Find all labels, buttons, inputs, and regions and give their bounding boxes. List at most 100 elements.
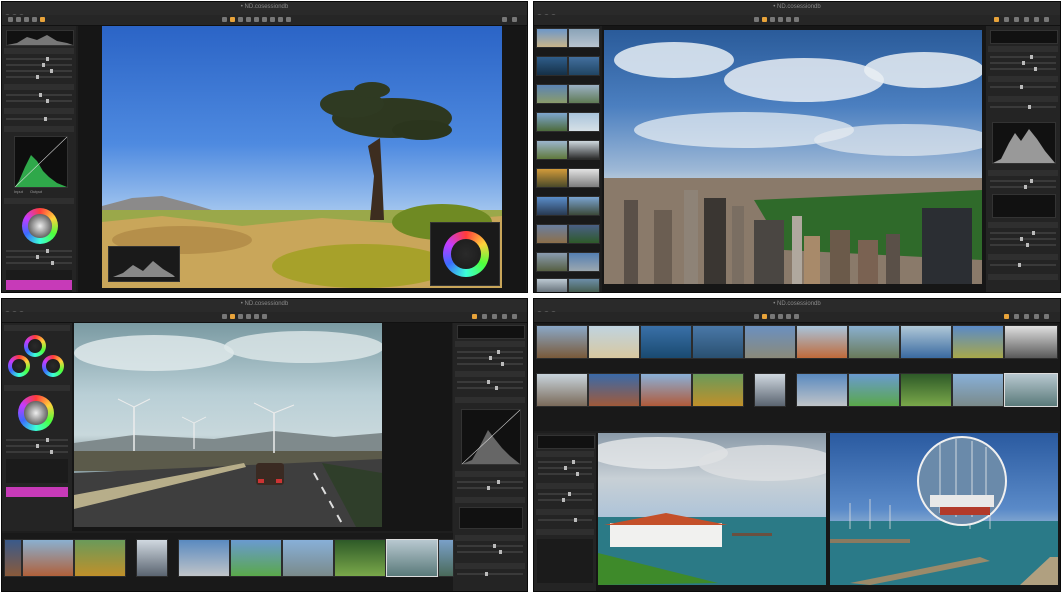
color-wheel-icon[interactable] xyxy=(8,355,30,377)
thumbnail[interactable] xyxy=(536,278,568,292)
color-wheel-icon[interactable] xyxy=(18,395,54,431)
slider[interactable] xyxy=(6,438,68,442)
tool-icon[interactable] xyxy=(1034,17,1039,22)
tool-icon[interactable] xyxy=(770,17,775,22)
slider[interactable] xyxy=(457,380,523,384)
section-header[interactable] xyxy=(4,325,70,331)
photo-wind-turbines[interactable] xyxy=(74,323,382,527)
thumbnail[interactable] xyxy=(796,373,848,407)
slider[interactable] xyxy=(6,261,72,265)
slider[interactable] xyxy=(990,61,1056,65)
slider[interactable] xyxy=(6,99,72,103)
thumbnail[interactable] xyxy=(952,373,1004,407)
slider[interactable] xyxy=(6,69,72,73)
slider[interactable] xyxy=(6,117,72,121)
thumbnail[interactable] xyxy=(568,112,600,132)
thumbnail[interactable] xyxy=(230,539,282,577)
settings-icon[interactable] xyxy=(502,17,507,22)
tool-icon[interactable] xyxy=(492,314,497,319)
tool-icon[interactable] xyxy=(1004,314,1009,319)
slider[interactable] xyxy=(6,450,68,454)
tool-icon[interactable] xyxy=(1014,17,1019,22)
thumbnail[interactable] xyxy=(568,28,600,48)
tool-icon[interactable] xyxy=(246,314,251,319)
section-header[interactable] xyxy=(536,451,594,457)
slider[interactable] xyxy=(538,518,592,522)
camera-icon[interactable] xyxy=(8,17,13,22)
thumbnail[interactable] xyxy=(568,224,600,244)
section-header[interactable] xyxy=(455,563,525,569)
tool-icon[interactable] xyxy=(786,314,791,319)
thumbnail[interactable] xyxy=(848,373,900,407)
thumbnail[interactable] xyxy=(438,539,454,577)
section-header[interactable] xyxy=(988,96,1058,102)
section-header[interactable] xyxy=(988,254,1058,260)
slider[interactable] xyxy=(6,63,72,67)
tool-icon[interactable] xyxy=(472,314,477,319)
tool-icon[interactable] xyxy=(286,17,291,22)
thumbnail[interactable] xyxy=(568,56,600,76)
photo-lone-tree[interactable] xyxy=(102,26,502,288)
slider[interactable] xyxy=(6,249,72,253)
tool-icon[interactable] xyxy=(246,17,251,22)
thumbnail[interactable] xyxy=(536,252,568,272)
section-header[interactable] xyxy=(455,397,525,403)
tool-icon[interactable] xyxy=(994,17,999,22)
thumbnail[interactable] xyxy=(536,168,568,188)
thumbnail[interactable] xyxy=(4,539,22,577)
section-header[interactable] xyxy=(988,274,1058,280)
slider[interactable] xyxy=(990,55,1056,59)
thumbnail[interactable] xyxy=(536,196,568,216)
thumbnail[interactable] xyxy=(588,373,640,407)
tool-icon[interactable] xyxy=(778,314,783,319)
tool-icon[interactable] xyxy=(754,314,759,319)
section-header[interactable] xyxy=(4,198,74,204)
slider[interactable] xyxy=(457,350,523,354)
thumbnail[interactable] xyxy=(536,112,568,132)
thumbnail[interactable] xyxy=(692,373,744,407)
section-header[interactable] xyxy=(988,76,1058,82)
section-header[interactable] xyxy=(536,509,594,515)
tool-icon[interactable] xyxy=(778,17,783,22)
slider[interactable] xyxy=(457,544,523,548)
thumbnail[interactable] xyxy=(136,539,168,577)
tool-icon[interactable] xyxy=(794,314,799,319)
slider[interactable] xyxy=(538,472,592,476)
photo-harbor-house[interactable] xyxy=(598,433,826,585)
tool-icon[interactable] xyxy=(262,314,267,319)
slider[interactable] xyxy=(990,263,1056,267)
thumbnail[interactable] xyxy=(588,325,640,359)
color-wheel-icon[interactable] xyxy=(443,231,489,277)
tool-icon[interactable] xyxy=(770,314,775,319)
slider[interactable] xyxy=(457,486,523,490)
slider[interactable] xyxy=(990,185,1056,189)
thumbnail[interactable] xyxy=(568,252,600,272)
section-header[interactable] xyxy=(4,48,74,54)
section-header[interactable] xyxy=(455,471,525,477)
tool-icon[interactable] xyxy=(1014,314,1019,319)
curve-editor[interactable] xyxy=(461,409,521,465)
slider[interactable] xyxy=(990,67,1056,71)
thumbnail[interactable] xyxy=(536,224,568,244)
slider[interactable] xyxy=(457,356,523,360)
thumbnail[interactable] xyxy=(536,325,588,359)
curve-editor[interactable] xyxy=(14,136,68,188)
thumbnail[interactable] xyxy=(568,278,600,292)
thumbnail[interactable] xyxy=(1004,325,1058,359)
thumbnail[interactable] xyxy=(22,539,74,577)
slider[interactable] xyxy=(538,460,592,464)
section-header[interactable] xyxy=(455,341,525,347)
section-header[interactable] xyxy=(536,529,594,535)
section-header[interactable] xyxy=(988,222,1058,228)
tool-icon[interactable] xyxy=(1024,17,1029,22)
tool-icon[interactable] xyxy=(254,314,259,319)
tool-icon[interactable] xyxy=(502,314,507,319)
thumbnail[interactable] xyxy=(536,84,568,104)
tool-icon[interactable] xyxy=(762,314,767,319)
brush-icon[interactable] xyxy=(24,17,29,22)
thumbnail[interactable] xyxy=(796,325,848,359)
section-header[interactable] xyxy=(4,108,74,114)
tool-icon[interactable] xyxy=(1044,17,1049,22)
photo-city-skyline[interactable] xyxy=(604,30,982,284)
thumbnail[interactable] xyxy=(1004,373,1058,407)
